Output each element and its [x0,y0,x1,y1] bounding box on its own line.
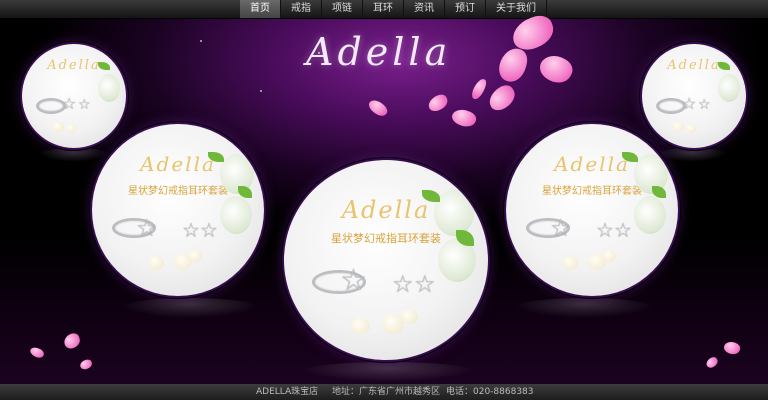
flower-decoration [98,74,120,102]
star-earring-icon: ☆ [136,214,158,242]
pearl-decoration [672,122,684,132]
pearl-decoration [148,256,164,270]
circle-reflection [514,298,654,318]
main-nav: 首页 戒指 项链 耳环 资讯 预订 关于我们 [240,0,547,18]
star-earring-icon: ☆ [596,218,614,242]
flower-decoration [634,196,666,234]
pearl-decoration [350,318,370,334]
pearl-decoration [602,250,616,262]
star-earring-icon: ☆ [414,270,436,298]
nav-necklaces[interactable]: 项链 [322,0,363,18]
star-earring-icon: ☆ [698,97,711,113]
circle-reflection [300,362,476,382]
sparkle [200,40,202,42]
pearl-decoration [66,124,76,133]
footer-phone: 电话：020-8868383 [446,387,534,397]
nav-booking[interactable]: 预订 [445,0,486,18]
sparkle [260,90,262,92]
pearl-decoration [400,310,418,324]
star-earring-icon: ☆ [550,214,572,242]
flower-decoration [434,190,474,236]
nav-news[interactable]: 资讯 [404,0,445,18]
star-earring-icon: ☆ [392,270,414,298]
product-circle-featured[interactable]: Adella 星状梦幻戒指耳环套装 ☆ ☆ ☆ [284,160,488,360]
star-earring-icon: ☆ [78,97,91,113]
circle-reflection [120,298,260,318]
product-circle[interactable]: Adella ☆ ☆ [642,44,746,148]
nav-home[interactable]: 首页 [240,0,281,18]
nav-earrings[interactable]: 耳环 [363,0,404,18]
star-earring-icon: ☆ [200,218,218,242]
pearl-decoration [188,250,202,262]
nav-rings[interactable]: 戒指 [281,0,322,18]
footer-store-name: ADELLA珠宝店 [256,387,319,397]
flower-decoration [718,74,740,102]
flower-decoration [220,196,252,234]
star-earring-icon: ☆ [340,263,367,298]
star-earring-icon: ☆ [182,218,200,242]
star-earring-icon: ☆ [614,218,632,242]
pearl-decoration [686,124,696,133]
product-circle[interactable]: Adella ☆ ☆ [22,44,126,148]
footer-bar: ADELLA珠宝店 地址：广东省广州市越秀区 电话：020-8868383 [0,384,768,400]
pearl-decoration [52,122,64,132]
star-earring-icon: ☆ [682,94,697,113]
product-circle[interactable]: Adella 星状梦幻戒指耳环套装 ☆ ☆ ☆ [92,124,264,296]
top-navbar: 首页 戒指 项链 耳环 资讯 预订 关于我们 [0,0,768,19]
star-earring-icon: ☆ [62,94,77,113]
brand-logo[interactable]: Adella [306,30,466,90]
product-circle[interactable]: Adella 星状梦幻戒指耳环套装 ☆ ☆ ☆ [506,124,678,296]
footer-address: 地址：广东省广州市越秀区 [332,387,441,397]
sparkle [318,52,320,54]
pearl-decoration [562,256,578,270]
product-brand: Adella [667,58,721,73]
product-brand: Adella [47,58,101,73]
